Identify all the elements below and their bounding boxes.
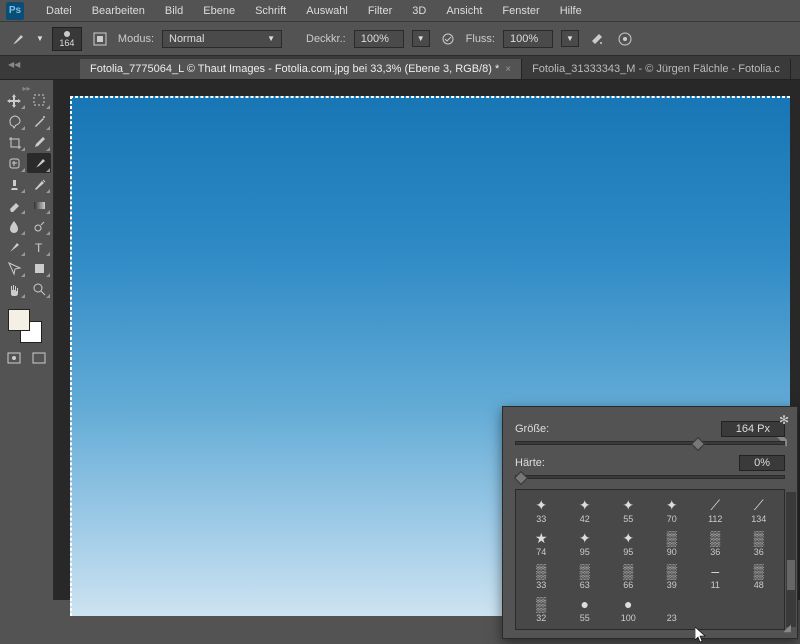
pressure-opacity-icon[interactable] <box>438 29 458 49</box>
quickmask-icon[interactable] <box>2 349 26 367</box>
brush-tool-icon[interactable] <box>8 29 28 49</box>
opacity-label: Deckkr.: <box>306 33 346 45</box>
close-icon[interactable]: × <box>505 64 511 75</box>
tools-panel: ▸▸ T <box>0 80 54 600</box>
size-label: Größe: <box>515 423 721 435</box>
brush-preset[interactable]: ▒36 <box>738 527 781 559</box>
brush-presets-grid: ✦33✦42✦55✦70⟋112⟋134★74✦95✦95▒90▒36▒36▒3… <box>515 489 785 630</box>
canvas-area: ✻ Größe: 164 Px Härte: 0% ✦33✦42✦55✦70⟋1… <box>54 80 800 600</box>
airbrush-icon[interactable] <box>587 29 607 49</box>
brush-preset[interactable]: ⟋134 <box>738 494 781 526</box>
brush-preset[interactable]: ▒48 <box>738 560 781 592</box>
menubar: Ps Datei Bearbeiten Bild Ebene Schrift A… <box>0 0 800 22</box>
chevron-down-icon[interactable]: ▼ <box>561 30 579 47</box>
brush-preset[interactable]: ✦55 <box>607 494 650 526</box>
document-tab-active[interactable]: Fotolia_7775064_L © Thaut Images - Fotol… <box>80 59 522 79</box>
brush-preset[interactable]: ●100 <box>607 593 650 625</box>
menu-filter[interactable]: Filter <box>358 2 402 20</box>
brush-preset[interactable]: –11 <box>694 560 737 592</box>
hardness-label: Härte: <box>515 457 739 469</box>
gear-icon[interactable]: ✻ <box>779 413 789 427</box>
brush-preset[interactable]: ✦42 <box>564 494 607 526</box>
options-bar: ▼ 164 Modus: Normal▼ Deckkr.: 100% ▼ Flu… <box>0 22 800 56</box>
tool-dodge[interactable] <box>27 216 51 236</box>
brush-preset[interactable]: ⟋112 <box>694 494 737 526</box>
document-tabs: ◀◀ Fotolia_7775064_L © Thaut Images - Fo… <box>0 56 800 80</box>
brush-preset[interactable]: ✦95 <box>564 527 607 559</box>
brush-preset[interactable]: ▒90 <box>651 527 694 559</box>
brush-preset[interactable]: ●55 <box>564 593 607 625</box>
chevron-down-icon[interactable]: ▼ <box>412 30 430 47</box>
flow-label: Fluss: <box>466 33 495 45</box>
menu-hilfe[interactable]: Hilfe <box>550 2 592 20</box>
svg-text:T: T <box>35 241 43 255</box>
brush-preset[interactable]: ✦70 <box>651 494 694 526</box>
brush-panel-toggle-icon[interactable] <box>90 29 110 49</box>
tool-type[interactable]: T <box>27 237 51 257</box>
tool-stamp[interactable] <box>2 174 26 194</box>
brush-preset[interactable]: ★74 <box>520 527 563 559</box>
tool-eyedrop[interactable] <box>27 132 51 152</box>
menu-ansicht[interactable]: Ansicht <box>436 2 492 20</box>
tool-eraser[interactable] <box>2 195 26 215</box>
scrollbar[interactable] <box>786 492 796 627</box>
brush-preset[interactable]: ▒33 <box>520 560 563 592</box>
menu-datei[interactable]: Datei <box>36 2 82 20</box>
tool-wand[interactable] <box>27 111 51 131</box>
brush-preset[interactable]: ▒32 <box>520 593 563 625</box>
tool-marquee[interactable] <box>27 90 51 110</box>
dropdown-arrow-icon[interactable]: ▼ <box>36 34 44 43</box>
brush-preset-picker[interactable]: 164 <box>52 27 82 51</box>
menu-bearbeiten[interactable]: Bearbeiten <box>82 2 155 20</box>
menu-schrift[interactable]: Schrift <box>245 2 296 20</box>
tool-blur[interactable] <box>2 216 26 236</box>
menu-3d[interactable]: 3D <box>402 2 436 20</box>
size-slider[interactable] <box>515 441 785 445</box>
tool-heal[interactable] <box>2 153 26 173</box>
brush-preset-panel: ✻ Größe: 164 Px Härte: 0% ✦33✦42✦55✦70⟋1… <box>502 406 798 639</box>
color-swatches[interactable] <box>2 305 51 347</box>
tool-shape[interactable] <box>27 258 51 278</box>
tool-gradient[interactable] <box>27 195 51 215</box>
document-tab[interactable]: Fotolia_31333343_M - © Jürgen Fälchle - … <box>522 59 791 79</box>
brush-preset[interactable]: ▒66 <box>607 560 650 592</box>
tool-brush[interactable] <box>27 153 51 173</box>
menu-ebene[interactable]: Ebene <box>193 2 245 20</box>
tool-pen[interactable] <box>2 237 26 257</box>
tool-lasso[interactable] <box>2 111 26 131</box>
brush-preset[interactable]: ✦33 <box>520 494 563 526</box>
flow-dropdown[interactable]: 100% <box>503 30 553 48</box>
drag-handle-icon[interactable]: ◀◀ <box>8 60 20 69</box>
tool-crop[interactable] <box>2 132 26 152</box>
tool-move[interactable] <box>2 90 26 110</box>
brush-preset[interactable] <box>694 593 737 625</box>
menu-auswahl[interactable]: Auswahl <box>296 2 358 20</box>
blend-mode-dropdown[interactable]: Normal▼ <box>162 30 282 48</box>
chevron-down-icon: ▼ <box>267 34 275 43</box>
brush-preset[interactable]: ✦95 <box>607 527 650 559</box>
hardness-slider[interactable] <box>515 475 785 479</box>
tool-hand[interactable] <box>2 279 26 299</box>
pressure-size-icon[interactable] <box>615 29 635 49</box>
hardness-value[interactable]: 0% <box>739 455 785 471</box>
brush-preset[interactable]: ▒63 <box>564 560 607 592</box>
menu-fenster[interactable]: Fenster <box>492 2 549 20</box>
brush-preset[interactable]: ▒39 <box>651 560 694 592</box>
tool-path[interactable] <box>2 258 26 278</box>
resize-grip-icon[interactable]: ◢ <box>783 623 791 634</box>
mode-label: Modus: <box>118 33 154 45</box>
brush-preset[interactable] <box>738 593 781 625</box>
menu-bild[interactable]: Bild <box>155 2 193 20</box>
brush-preset[interactable]: 23 <box>651 593 694 625</box>
foreground-color-swatch[interactable] <box>8 309 30 331</box>
screenmode-icon[interactable] <box>27 349 51 367</box>
tool-zoom[interactable] <box>27 279 51 299</box>
size-value[interactable]: 164 Px <box>721 421 785 437</box>
tool-history[interactable] <box>27 174 51 194</box>
brush-size-value: 164 <box>59 38 74 48</box>
app-logo: Ps <box>6 2 24 20</box>
opacity-dropdown[interactable]: 100% <box>354 30 404 48</box>
brush-preset[interactable]: ▒36 <box>694 527 737 559</box>
